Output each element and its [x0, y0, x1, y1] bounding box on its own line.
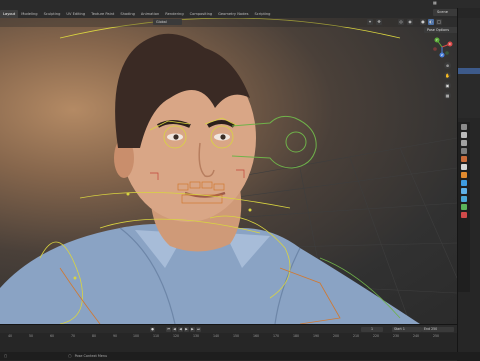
properties-tab-strip — [458, 122, 470, 292]
particles-properties-icon[interactable] — [461, 188, 467, 194]
svg-text:Y: Y — [436, 38, 438, 42]
perspective-toggle-icon[interactable]: ▦ — [444, 92, 451, 99]
tick-label: 210 — [353, 334, 360, 338]
shading-rendered-icon[interactable]: ◯ — [436, 19, 442, 25]
tick-label: 100 — [133, 334, 140, 338]
pose-options-dropdown[interactable]: Pose Options — [424, 27, 458, 33]
status-hint-text: Pose Context Menu — [74, 354, 108, 358]
start-label: Start — [394, 327, 402, 331]
tick-label: 110 — [153, 334, 160, 338]
view-layer-properties-icon[interactable] — [461, 148, 467, 154]
tab-uv-editing[interactable]: UV Editing — [63, 10, 88, 18]
start-value: 1 — [402, 327, 405, 331]
tick-label: 230 — [393, 334, 400, 338]
svg-text:X: X — [449, 42, 451, 46]
tick-label: 80 — [92, 334, 97, 338]
current-frame-field[interactable]: 1 — [361, 327, 383, 332]
overlay-icon[interactable]: ◉ — [407, 19, 413, 25]
tick-label: 250 — [433, 334, 440, 338]
tab-geometry-nodes[interactable]: Geometry Nodes — [215, 10, 251, 18]
tool-properties-icon[interactable] — [461, 124, 467, 130]
tick-label: 50 — [29, 334, 34, 338]
prev-keyframe-icon[interactable]: ◀ — [172, 327, 177, 332]
physics-properties-icon[interactable] — [461, 196, 467, 202]
jump-start-icon[interactable]: ⏮ — [166, 327, 171, 332]
pan-hand-icon[interactable]: ✋ — [444, 72, 451, 79]
shading-solid-icon[interactable]: ● — [420, 19, 426, 25]
tick-label: 130 — [193, 334, 200, 338]
3d-viewport[interactable] — [0, 18, 457, 324]
tick-label: 160 — [253, 334, 260, 338]
object-properties-icon[interactable] — [461, 172, 467, 178]
gizmo-icon[interactable]: ◎ — [398, 19, 404, 25]
object-data-properties-icon[interactable] — [461, 204, 467, 210]
tick-label: 70 — [71, 334, 76, 338]
material-properties-icon[interactable] — [461, 212, 467, 218]
tab-layout[interactable]: Layout — [0, 10, 19, 18]
tick-label: 190 — [313, 334, 320, 338]
tick-label: 60 — [50, 334, 55, 338]
navigation-gizmo[interactable]: X Y Z — [431, 36, 453, 58]
tick-label: 170 — [273, 334, 280, 338]
tab-animation[interactable]: Animation — [138, 10, 162, 18]
world-properties-icon[interactable] — [461, 164, 467, 170]
end-value: 250 — [431, 327, 438, 331]
tick-label: 220 — [373, 334, 380, 338]
viewport-scene — [0, 18, 457, 324]
tab-sculpting[interactable]: Sculpting — [41, 10, 64, 18]
tick-label: 140 — [213, 334, 220, 338]
tick-label: 90 — [113, 334, 118, 338]
svg-text:Z: Z — [441, 53, 443, 57]
shading-material-icon[interactable]: ◐ — [428, 19, 434, 25]
keyframe-dot-icon[interactable]: ● — [150, 327, 155, 332]
move-icon[interactable]: ✥ — [376, 19, 382, 25]
render-properties-icon[interactable] — [461, 132, 467, 138]
end-frame-field[interactable]: End 250 — [422, 327, 454, 332]
outliner-selected-row[interactable] — [458, 68, 480, 74]
tick-label: 150 — [233, 334, 240, 338]
start-frame-field[interactable]: Start 1 — [392, 327, 422, 332]
transform-orientation-select[interactable]: Global — [153, 19, 182, 25]
status-bar: ▢ ▢ Pose Context Menu — [0, 352, 480, 360]
play-icon[interactable]: ▶ — [184, 327, 189, 332]
tab-texture-paint[interactable]: Texture Paint — [88, 10, 117, 18]
tab-shading[interactable]: Shading — [117, 10, 138, 18]
tick-label: 40 — [8, 334, 13, 338]
tick-label: 240 — [413, 334, 420, 338]
tick-label: 120 — [173, 334, 180, 338]
tab-compositing[interactable]: Compositing — [187, 10, 216, 18]
zoom-icon[interactable]: ⊕ — [444, 62, 451, 69]
scene-icon[interactable]: ▦ — [433, 0, 443, 8]
tick-label: 180 — [293, 334, 300, 338]
output-properties-icon[interactable] — [461, 140, 467, 146]
tab-rendering[interactable]: Rendering — [162, 10, 186, 18]
tick-label: 200 — [333, 334, 340, 338]
play-reverse-icon[interactable]: ◀ — [178, 327, 183, 332]
jump-end-icon[interactable]: ⏭ — [196, 327, 201, 332]
scene-properties-icon[interactable] — [461, 156, 467, 162]
tab-scripting[interactable]: Scripting — [251, 10, 273, 18]
modifier-properties-icon[interactable] — [461, 180, 467, 186]
viewport-header — [0, 18, 457, 27]
timeline-ruler[interactable] — [0, 334, 457, 344]
mouse-right-icon: ▢ — [68, 354, 72, 358]
tab-modeling[interactable]: Modeling — [18, 10, 40, 18]
camera-view-icon[interactable]: ▣ — [444, 82, 451, 89]
workspace-tabs: Layout Modeling Sculpting UV Editing Tex… — [0, 10, 273, 18]
playback-controls — [0, 325, 457, 333]
mouse-left-icon: ▢ — [4, 354, 8, 358]
cursor-icon[interactable]: ⌖ — [367, 19, 373, 25]
next-keyframe-icon[interactable]: ▶ — [190, 327, 195, 332]
end-label: End — [424, 327, 431, 331]
